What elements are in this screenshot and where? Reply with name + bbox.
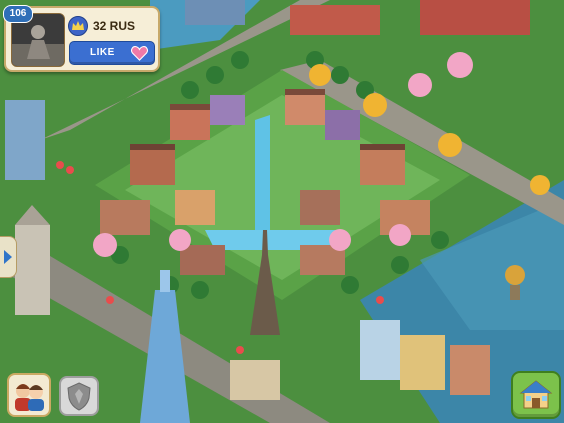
home-icon: [519, 380, 553, 409]
like-label: LIKE: [90, 47, 115, 58]
heart-icon: [131, 46, 148, 61]
player-panel: 106 32 RUS LIKE: [3, 5, 160, 72]
friends-button[interactable]: [7, 373, 51, 417]
crown-icon: [68, 16, 88, 36]
shield-button[interactable]: [59, 376, 99, 416]
level-badge: 106: [3, 5, 33, 23]
home-button[interactable]: [511, 371, 561, 419]
player-name-row: 32 RUS: [68, 16, 135, 36]
like-button[interactable]: LIKE: [69, 41, 155, 65]
chevron-right-icon: [4, 250, 12, 264]
shield-icon: [67, 382, 91, 411]
player-name: 32 RUS: [93, 19, 136, 33]
side-panel-toggle[interactable]: [0, 236, 17, 278]
friends-icon: [15, 384, 44, 411]
